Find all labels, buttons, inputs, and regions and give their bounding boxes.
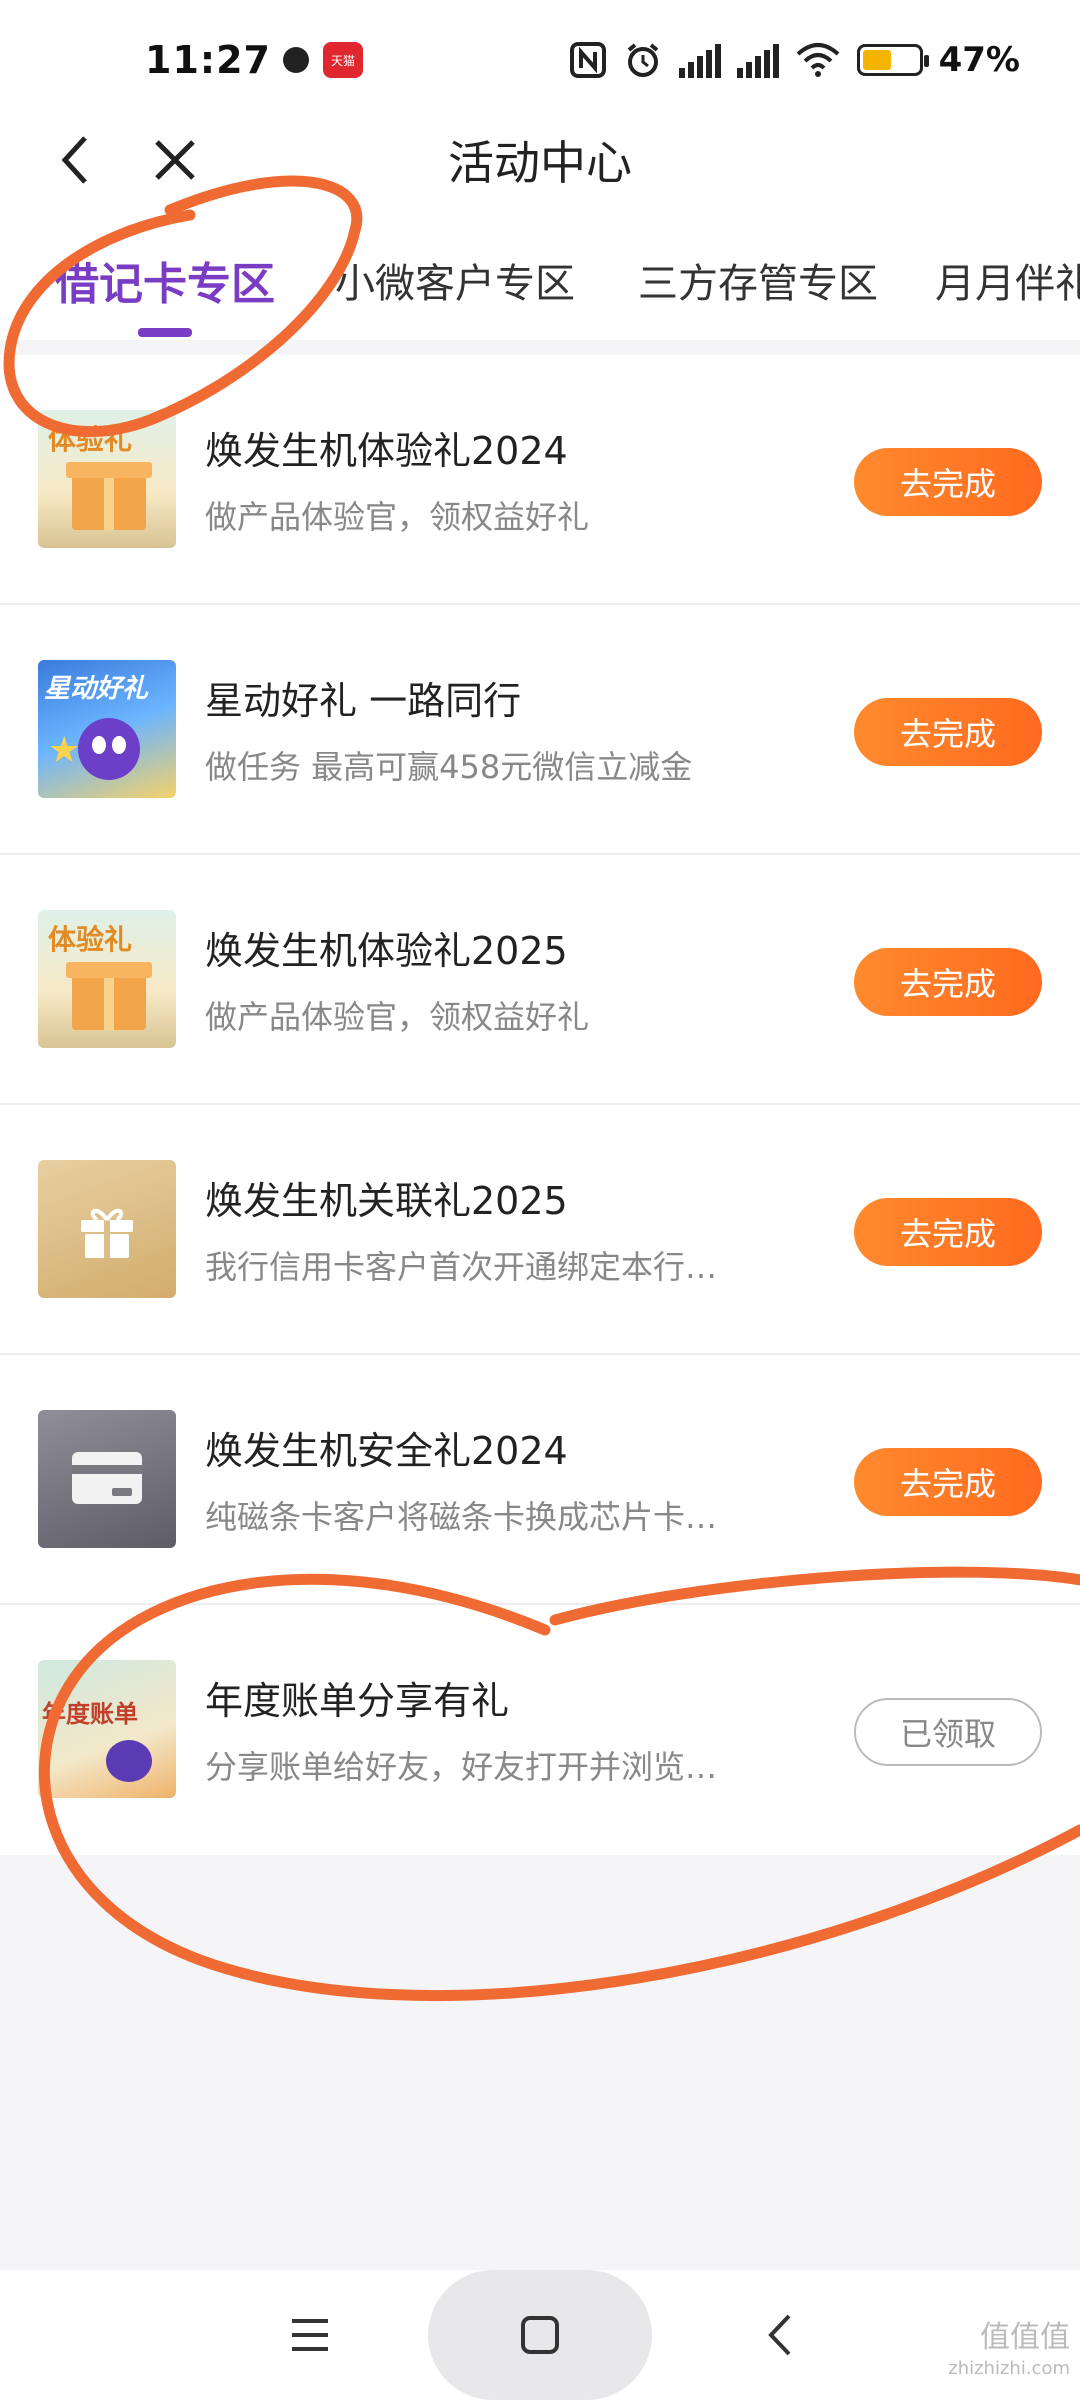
activity-title: 焕发生机关联礼2025 bbox=[205, 1179, 568, 1223]
complete-button[interactable]: 去完成 bbox=[854, 948, 1042, 1016]
mascot-icon bbox=[106, 1740, 152, 1782]
star-icon: ★ bbox=[48, 730, 81, 771]
activity-description: 我行信用卡客户首次开通绑定本行… bbox=[205, 1248, 718, 1286]
status-time: 11:27 bbox=[145, 38, 271, 82]
tab-third-party-custody[interactable]: 三方存管专区 bbox=[638, 220, 878, 340]
signal-hd-icon bbox=[736, 42, 779, 78]
alarm-icon bbox=[627, 43, 658, 77]
watermark-logo: 值值值 bbox=[980, 2320, 1070, 2355]
system-nav-bar bbox=[0, 2270, 1080, 2400]
battery-percent: 47% bbox=[938, 40, 1020, 80]
tmall-app-icon: 天猫 bbox=[322, 42, 363, 78]
signal-hd-icon bbox=[678, 42, 721, 78]
thumbnail-label: 体验礼 bbox=[48, 423, 133, 456]
thumbnail-label: 年度账单 bbox=[42, 1700, 138, 1728]
gift-box-thumbnail: 体验礼 bbox=[38, 410, 176, 548]
tab-monthly-gift[interactable]: 月月伴礼 bbox=[935, 220, 1080, 340]
list-item[interactable]: 焕发生机安全礼2024 纯磁条卡客户将磁条卡换成芯片卡… 去完成 bbox=[0, 1355, 1080, 1605]
tab-bar: 借记卡专区 小微客户专区 三方存管专区 月月伴礼 bbox=[0, 220, 1080, 340]
activity-title: 焕发生机体验礼2024 bbox=[205, 429, 568, 473]
activity-list: 体验礼 焕发生机体验礼2024 做产品体验官，领权益好礼 去完成 星动好礼 ★ … bbox=[0, 355, 1080, 1855]
bank-card-icon bbox=[72, 1452, 142, 1504]
list-item[interactable]: 星动好礼 ★ 星动好礼 一路同行 做任务 最高可赢458元微信立减金 去完成 bbox=[0, 605, 1080, 855]
list-item[interactable]: 焕发生机关联礼2025 我行信用卡客户首次开通绑定本行… 去完成 bbox=[0, 1105, 1080, 1355]
complete-button[interactable]: 去完成 bbox=[854, 698, 1042, 766]
active-tab-indicator bbox=[138, 328, 192, 337]
list-item[interactable]: 体验礼 焕发生机体验礼2024 做产品体验官，领权益好礼 去完成 bbox=[0, 355, 1080, 605]
header: 活动中心 bbox=[0, 100, 1080, 220]
nfc-icon bbox=[569, 42, 606, 78]
activity-title: 星动好礼 一路同行 bbox=[205, 679, 522, 723]
watermark-url: zhizhizhi.com bbox=[948, 2358, 1070, 2379]
gift-icon-thumbnail bbox=[38, 1160, 176, 1298]
gift-box-thumbnail: 体验礼 bbox=[38, 910, 176, 1048]
nav-back-button[interactable] bbox=[730, 2270, 830, 2400]
status-icons: 47% bbox=[569, 40, 1020, 80]
home-button[interactable] bbox=[428, 2270, 652, 2400]
mascot-icon bbox=[78, 718, 140, 780]
home-square-icon bbox=[521, 2316, 559, 2354]
battery-icon bbox=[856, 44, 929, 76]
activity-description: 分享账单给好友，好友打开并浏览… bbox=[205, 1748, 718, 1786]
activity-description: 做任务 最高可赢458元微信立减金 bbox=[205, 748, 693, 786]
annual-bill-thumbnail: 年度账单 bbox=[38, 1660, 176, 1798]
complete-button[interactable]: 去完成 bbox=[854, 448, 1042, 516]
card-thumbnail bbox=[38, 1410, 176, 1548]
activity-title: 年度账单分享有礼 bbox=[205, 1679, 510, 1723]
star-mascot-thumbnail: 星动好礼 ★ bbox=[38, 660, 176, 798]
wifi-icon bbox=[796, 43, 839, 77]
recent-apps-button[interactable] bbox=[255, 2270, 365, 2400]
claimed-button[interactable]: 已领取 bbox=[854, 1698, 1042, 1766]
notification-dot-icon bbox=[282, 47, 309, 73]
gift-icon bbox=[81, 1208, 133, 1258]
activity-description: 做产品体验官，领权益好礼 bbox=[205, 498, 590, 536]
complete-button[interactable]: 去完成 bbox=[854, 1448, 1042, 1516]
list-item[interactable]: 年度账单 年度账单分享有礼 分享账单给好友，好友打开并浏览… 已领取 bbox=[0, 1605, 1080, 1855]
tab-small-business[interactable]: 小微客户专区 bbox=[335, 220, 575, 340]
menu-icon bbox=[292, 2319, 328, 2351]
activity-title: 焕发生机安全礼2024 bbox=[205, 1429, 568, 1473]
complete-button[interactable]: 去完成 bbox=[854, 1198, 1042, 1266]
list-item[interactable]: 体验礼 焕发生机体验礼2025 做产品体验官，领权益好礼 去完成 bbox=[0, 855, 1080, 1105]
back-chevron-icon bbox=[768, 2314, 791, 2356]
page-title: 活动中心 bbox=[448, 136, 632, 190]
thumbnail-label: 星动好礼 bbox=[44, 674, 149, 704]
battery-fill bbox=[862, 50, 891, 70]
activity-description: 做产品体验官，领权益好礼 bbox=[205, 998, 590, 1036]
activity-title: 焕发生机体验礼2025 bbox=[205, 929, 568, 973]
activity-description: 纯磁条卡客户将磁条卡换成芯片卡… bbox=[205, 1498, 718, 1536]
tab-debit-card[interactable]: 借记卡专区 bbox=[55, 220, 275, 340]
thumbnail-label: 体验礼 bbox=[48, 923, 133, 956]
